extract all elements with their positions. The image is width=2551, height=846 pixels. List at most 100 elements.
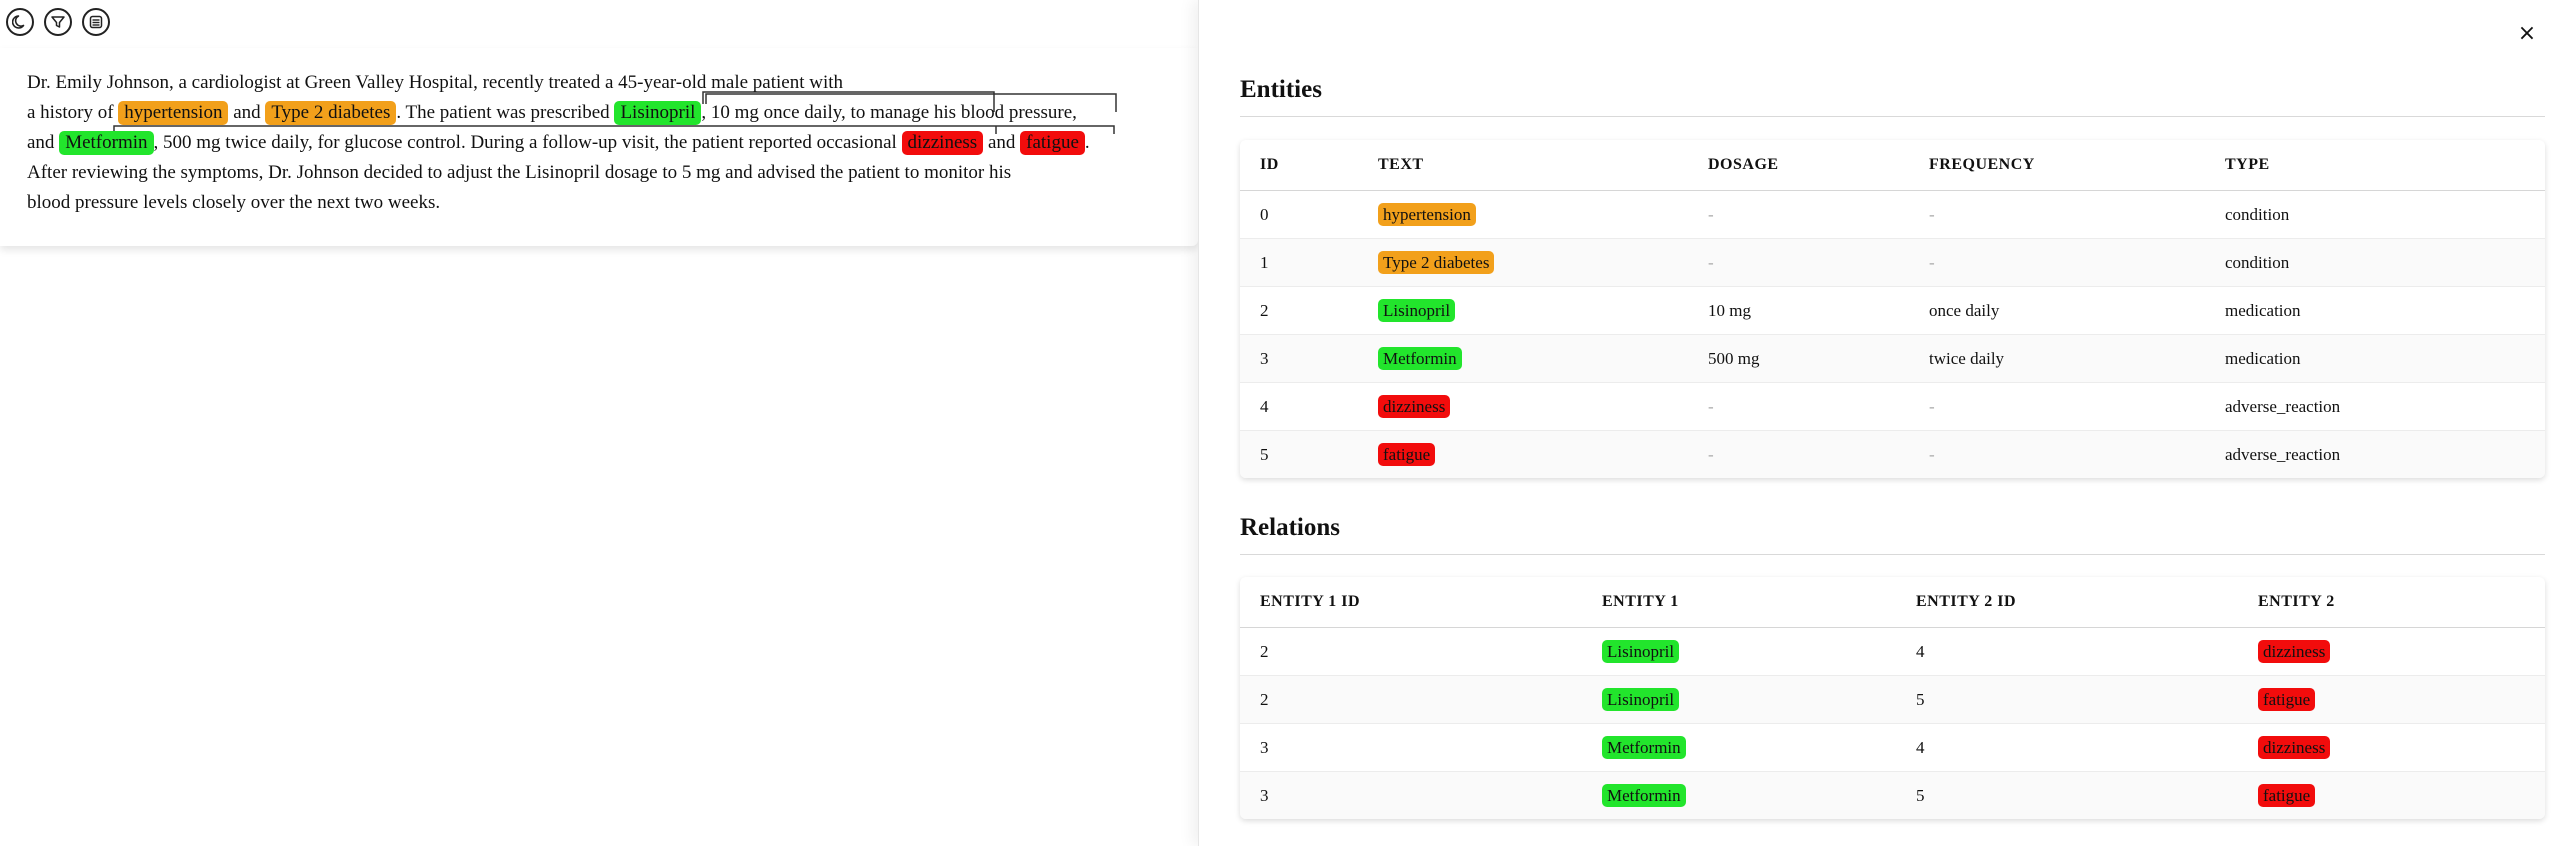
cell-dosage: 10 mg bbox=[1688, 286, 1909, 335]
cell-entity2: dizziness bbox=[2238, 627, 2545, 676]
column-header: ENTITY 2 bbox=[2238, 577, 2545, 628]
column-header: TEXT bbox=[1358, 140, 1688, 191]
text-span: . The patient was prescribed bbox=[396, 102, 615, 123]
entities-title: Entities bbox=[1240, 76, 1322, 103]
relations-table: ENTITY 1 ID ENTITY 1 ENTITY 2 ID ENTITY … bbox=[1240, 577, 2545, 819]
cell-entity2-id: 5 bbox=[1896, 675, 2238, 724]
cell-id: 5 bbox=[1240, 430, 1358, 478]
entity-chip: dizziness bbox=[2258, 640, 2331, 663]
table-row[interactable]: 2 Lisinopril 10 mg once daily medication bbox=[1240, 286, 2545, 335]
entity-chip: Metformin bbox=[1602, 784, 1686, 807]
close-icon[interactable]: × bbox=[2516, 21, 2538, 46]
column-header: DOSAGE bbox=[1688, 140, 1909, 191]
toolbar bbox=[6, 8, 110, 36]
list-view-button[interactable] bbox=[82, 8, 110, 36]
text-span: . bbox=[1084, 132, 1090, 153]
cell-type: condition bbox=[2205, 190, 2545, 239]
cell-text: Lisinopril bbox=[1358, 286, 1688, 335]
divider bbox=[1240, 116, 2545, 117]
entity-chip: Lisinopril bbox=[1602, 640, 1680, 663]
cell-dosage: 500 mg bbox=[1688, 334, 1909, 383]
cell-entity1: Lisinopril bbox=[1582, 675, 1896, 724]
cell-frequency: twice daily bbox=[1909, 334, 2205, 383]
cell-dosage: - bbox=[1688, 238, 1909, 287]
cell-entity1-id: 3 bbox=[1240, 723, 1582, 772]
entity-hypertension[interactable]: hypertension bbox=[118, 101, 229, 125]
cell-type: medication bbox=[2205, 286, 2545, 335]
column-header: FREQUENCY bbox=[1909, 140, 2205, 191]
table-row[interactable]: 3 Metformin 4 dizziness bbox=[1240, 723, 2545, 772]
column-header: ENTITY 2 ID bbox=[1896, 577, 2238, 628]
cell-dosage: - bbox=[1688, 430, 1909, 478]
cell-text: fatigue bbox=[1358, 430, 1688, 478]
cell-entity2-id: 4 bbox=[1896, 627, 2238, 676]
entity-type-2-diabetes[interactable]: Type 2 diabetes bbox=[265, 101, 397, 125]
cell-entity1: Metformin bbox=[1582, 771, 1896, 819]
cell-frequency: - bbox=[1909, 238, 2205, 287]
column-header: ID bbox=[1240, 140, 1358, 191]
text-line: and Metformin, 500 mg twice daily, for g… bbox=[27, 128, 1177, 158]
entities-table: ID TEXT DOSAGE FREQUENCY TYPE 0 hyperten… bbox=[1240, 140, 2545, 478]
table-row[interactable]: 1 Type 2 diabetes - - condition bbox=[1240, 238, 2545, 287]
text-span: , 500 mg twice daily, for glucose contro… bbox=[153, 132, 902, 153]
cell-type: medication bbox=[2205, 334, 2545, 383]
filter-button[interactable] bbox=[44, 8, 72, 36]
table-row[interactable]: 5 fatigue - - adverse_reaction bbox=[1240, 430, 2545, 478]
table-row[interactable]: 2 Lisinopril 4 dizziness bbox=[1240, 627, 2545, 676]
entity-dizziness[interactable]: dizziness bbox=[901, 131, 984, 155]
text-span: and bbox=[228, 102, 266, 123]
cell-type: adverse_reaction bbox=[2205, 430, 2545, 478]
divider bbox=[1240, 554, 2545, 555]
cell-id: 2 bbox=[1240, 286, 1358, 335]
table-row[interactable]: 3 Metformin 5 fatigue bbox=[1240, 771, 2545, 819]
cell-entity1-id: 2 bbox=[1240, 627, 1582, 676]
moon-icon bbox=[12, 15, 25, 29]
text-line: After reviewing the symptoms, Dr. Johnso… bbox=[27, 162, 1012, 183]
entity-metformin[interactable]: Metformin bbox=[59, 131, 154, 155]
entity-chip: Metformin bbox=[1602, 736, 1686, 759]
details-panel: × Entities ID TEXT DOSAGE FREQUENCY TYPE… bbox=[1198, 0, 2551, 846]
column-header: TYPE bbox=[2205, 140, 2545, 191]
cell-entity1-id: 3 bbox=[1240, 771, 1582, 819]
document-text: Dr. Emily Johnson, a cardiologist at Gre… bbox=[27, 68, 1177, 218]
theme-toggle-button[interactable] bbox=[6, 8, 34, 36]
cell-entity1: Lisinopril bbox=[1582, 627, 1896, 676]
column-header: ENTITY 1 ID bbox=[1240, 577, 1582, 628]
table-row[interactable]: 2 Lisinopril 5 fatigue bbox=[1240, 675, 2545, 724]
text-span: , 10 mg once daily, to manage his blood … bbox=[701, 102, 1077, 123]
cell-entity2: dizziness bbox=[2238, 723, 2545, 772]
cell-text: Metformin bbox=[1358, 334, 1688, 383]
cell-frequency: once daily bbox=[1909, 286, 2205, 335]
cell-frequency: - bbox=[1909, 430, 2205, 478]
relations-title: Relations bbox=[1240, 514, 1340, 541]
entity-chip: Type 2 diabetes bbox=[1378, 251, 1495, 274]
relations-table-card: ENTITY 1 ID ENTITY 1 ENTITY 2 ID ENTITY … bbox=[1240, 577, 2545, 819]
entity-chip: fatigue bbox=[2258, 784, 2316, 807]
entity-chip: Metformin bbox=[1378, 347, 1462, 370]
entity-chip: fatigue bbox=[1378, 443, 1436, 466]
entity-lisinopril[interactable]: Lisinopril bbox=[614, 101, 702, 125]
cell-id: 1 bbox=[1240, 238, 1358, 287]
document-card: Dr. Emily Johnson, a cardiologist at Gre… bbox=[0, 48, 1198, 246]
text-span: and bbox=[27, 132, 60, 153]
cell-text: Type 2 diabetes bbox=[1358, 238, 1688, 287]
cell-entity2-id: 4 bbox=[1896, 723, 2238, 772]
filter-icon bbox=[51, 16, 65, 28]
cell-frequency: - bbox=[1909, 382, 2205, 431]
cell-text: hypertension bbox=[1358, 190, 1688, 239]
table-header-row: ENTITY 1 ID ENTITY 1 ENTITY 2 ID ENTITY … bbox=[1240, 577, 2545, 628]
text-span: a history of bbox=[27, 102, 119, 123]
text-line: blood pressure levels closely over the n… bbox=[27, 192, 441, 213]
cell-entity2-id: 5 bbox=[1896, 771, 2238, 819]
cell-id: 3 bbox=[1240, 334, 1358, 383]
entity-fatigue[interactable]: fatigue bbox=[1020, 131, 1085, 155]
table-header-row: ID TEXT DOSAGE FREQUENCY TYPE bbox=[1240, 140, 2545, 191]
entity-chip: dizziness bbox=[2258, 736, 2331, 759]
table-row[interactable]: 0 hypertension - - condition bbox=[1240, 190, 2545, 239]
text-span: and bbox=[983, 132, 1021, 153]
text-line: a history of hypertension and Type 2 dia… bbox=[27, 98, 1177, 128]
table-row[interactable]: 3 Metformin 500 mg twice daily medicatio… bbox=[1240, 334, 2545, 383]
table-row[interactable]: 4 dizziness - - adverse_reaction bbox=[1240, 382, 2545, 431]
cell-text: dizziness bbox=[1358, 382, 1688, 431]
cell-id: 4 bbox=[1240, 382, 1358, 431]
